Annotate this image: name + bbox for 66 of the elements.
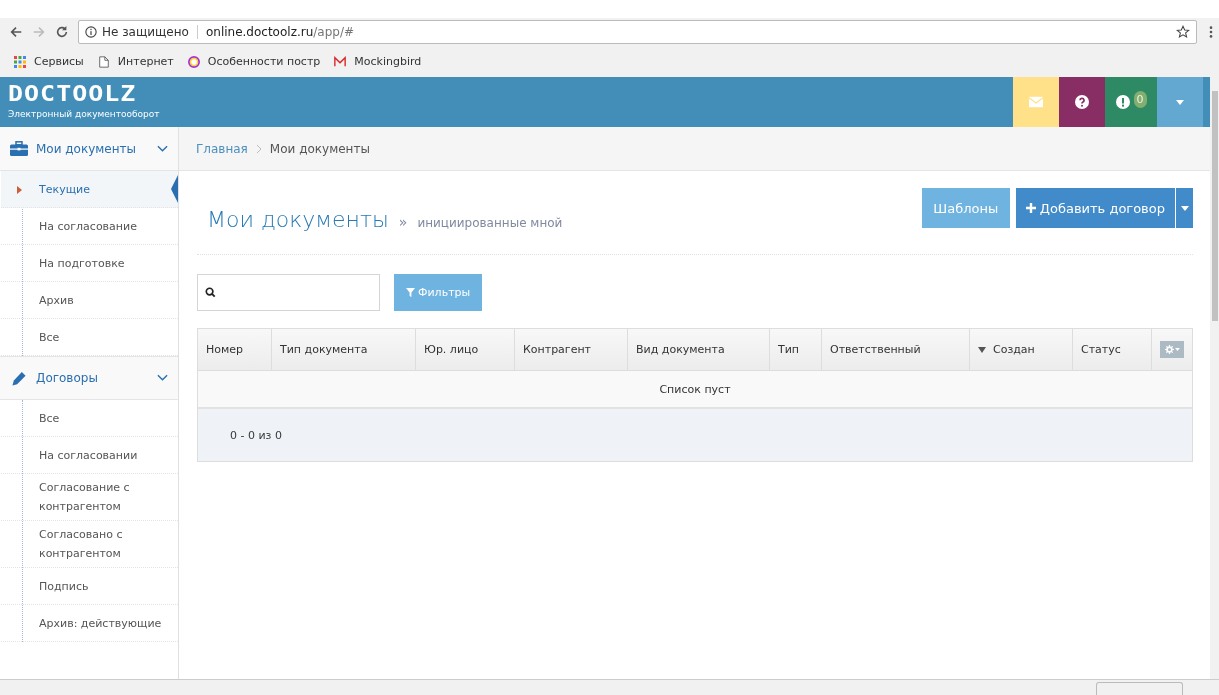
app-logo[interactable]: DOCTOOLZ bbox=[8, 82, 160, 106]
apps-grid-icon bbox=[14, 55, 26, 68]
column-header[interactable]: Юр. лицо bbox=[415, 329, 514, 370]
sidebar-item[interactable]: Архив: действующие bbox=[1, 605, 178, 642]
envelope-icon bbox=[1029, 95, 1043, 109]
caret-icon bbox=[1180, 205, 1189, 211]
security-label: Не защищено bbox=[102, 25, 198, 39]
column-header[interactable]: Вид документа bbox=[627, 329, 769, 370]
column-header[interactable]: Ответственный bbox=[821, 329, 969, 370]
column-header[interactable]: Тип документа bbox=[271, 329, 415, 370]
caret-icon bbox=[1174, 348, 1180, 351]
help-button[interactable] bbox=[1059, 77, 1105, 127]
column-header[interactable]: Статус bbox=[1072, 329, 1151, 370]
pencil-icon bbox=[10, 370, 28, 386]
bookmark[interactable]: Интернет bbox=[97, 55, 174, 68]
sidebar-item[interactable]: Архив bbox=[1, 282, 178, 319]
address-field[interactable]: Не защищено online.doctoolz.ru/app/# bbox=[78, 20, 1197, 44]
column-header[interactable]: Номер bbox=[198, 329, 271, 370]
search-icon bbox=[205, 287, 216, 298]
briefcase-icon bbox=[10, 141, 28, 156]
page-title: Мои документы bbox=[207, 207, 389, 232]
bookmark[interactable]: Сервисы bbox=[14, 55, 84, 68]
mail-logo-icon bbox=[334, 55, 347, 68]
back-icon[interactable] bbox=[9, 25, 23, 39]
sidebar-item[interactable]: На подготовке bbox=[1, 245, 178, 282]
sidebar-item[interactable]: Все bbox=[1, 400, 178, 437]
bookmark[interactable]: Mockingbird bbox=[334, 55, 422, 68]
chevron-icon bbox=[255, 143, 262, 154]
help-icon bbox=[1075, 95, 1089, 109]
alert-icon bbox=[1115, 95, 1130, 109]
filter-icon bbox=[406, 288, 415, 297]
sidebar-item[interactable]: На согласование bbox=[1, 208, 178, 245]
sidebar-item[interactable]: Согласование с контрагентом bbox=[1, 474, 178, 521]
add-contract-button[interactable]: Добавить договор bbox=[1015, 188, 1175, 228]
menu-icon[interactable] bbox=[1209, 25, 1213, 39]
sidebar-item[interactable]: Текущие bbox=[1, 171, 178, 208]
plus-icon bbox=[1025, 203, 1036, 213]
sidebar-item[interactable]: На согласовании bbox=[1, 437, 178, 474]
search-field[interactable] bbox=[197, 274, 380, 311]
sidebar-section-header[interactable]: Договоры bbox=[0, 356, 178, 400]
settings-icon bbox=[1164, 345, 1174, 354]
scrollbar[interactable] bbox=[1210, 77, 1219, 679]
info-icon[interactable] bbox=[85, 26, 97, 38]
column-header[interactable]: Контрагент bbox=[514, 329, 627, 370]
empty-message: Список пуст bbox=[198, 371, 1192, 409]
sidebar-item[interactable]: Подпись bbox=[1, 568, 178, 605]
sidebar-item[interactable]: Согласовано с контрагентом bbox=[1, 521, 178, 568]
star-icon[interactable] bbox=[1176, 25, 1190, 39]
page-subtitle: инициированные мной bbox=[417, 216, 563, 230]
pagination-text: 0 - 0 из 0 bbox=[230, 428, 282, 442]
sidebar-section-header[interactable]: Мои документы bbox=[0, 127, 178, 171]
count-badge: 0 bbox=[1133, 90, 1147, 108]
column-header[interactable]: Создан bbox=[969, 329, 1072, 370]
site-icon bbox=[187, 55, 200, 68]
page-icon bbox=[97, 55, 110, 68]
title-separator: » bbox=[398, 214, 408, 230]
column-header[interactable]: Тип bbox=[769, 329, 821, 370]
breadcrumb-current: Мои документы bbox=[269, 141, 370, 156]
caret-icon bbox=[1176, 99, 1184, 105]
bookmark[interactable]: Особенности постр bbox=[187, 55, 321, 68]
app-tagline: Электронный документооборот bbox=[8, 109, 160, 119]
selected-marker-icon bbox=[17, 186, 22, 194]
reload-icon[interactable] bbox=[55, 25, 69, 39]
dropdown-toggle[interactable] bbox=[1176, 188, 1193, 228]
url-text: online.doctoolz.ru/app/# bbox=[204, 25, 356, 39]
column-settings-button[interactable] bbox=[1160, 341, 1184, 358]
